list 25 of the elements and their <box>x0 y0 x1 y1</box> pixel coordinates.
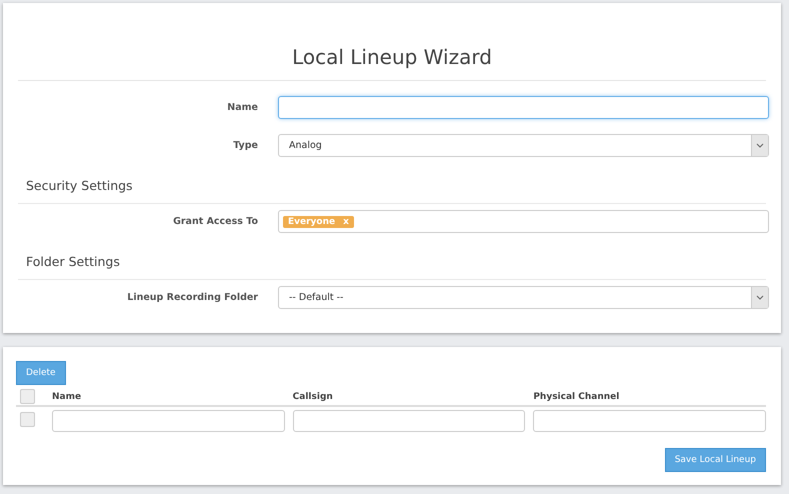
column-header: Physical Channel <box>533 391 620 404</box>
chevron-down-icon[interactable] <box>751 287 768 308</box>
select-dropdown[interactable]: Analog <box>278 134 769 157</box>
section-heading: Security Settings <box>18 157 766 204</box>
save-button[interactable]: Save Local Lineup <box>664 448 766 472</box>
tag-chip: Everyone x <box>283 216 354 228</box>
text-input[interactable] <box>278 96 769 119</box>
field-label: Grant Access To <box>173 216 258 227</box>
chevron-down-icon[interactable] <box>751 135 768 156</box>
remove-tag[interactable]: x <box>343 216 349 226</box>
column-header: Name <box>52 391 82 404</box>
row-checkbox[interactable] <box>20 412 35 427</box>
section-heading: Folder Settings <box>18 233 766 280</box>
select-dropdown[interactable]: -- Default -- <box>278 286 769 309</box>
cell-input[interactable] <box>292 410 526 432</box>
field-label: Name <box>227 102 258 113</box>
field-label: Lineup Recording Folder <box>127 292 258 303</box>
field-label: Type <box>233 140 258 151</box>
column-header: Callsign <box>292 391 334 404</box>
cell-input[interactable] <box>52 410 285 432</box>
tag-input[interactable]: Everyone x <box>278 210 769 233</box>
delete-button[interactable]: Delete <box>16 361 66 385</box>
page-title: Local Lineup Wizard <box>18 3 766 81</box>
cell-input[interactable] <box>533 410 766 432</box>
select-all-checkbox[interactable] <box>20 389 35 404</box>
